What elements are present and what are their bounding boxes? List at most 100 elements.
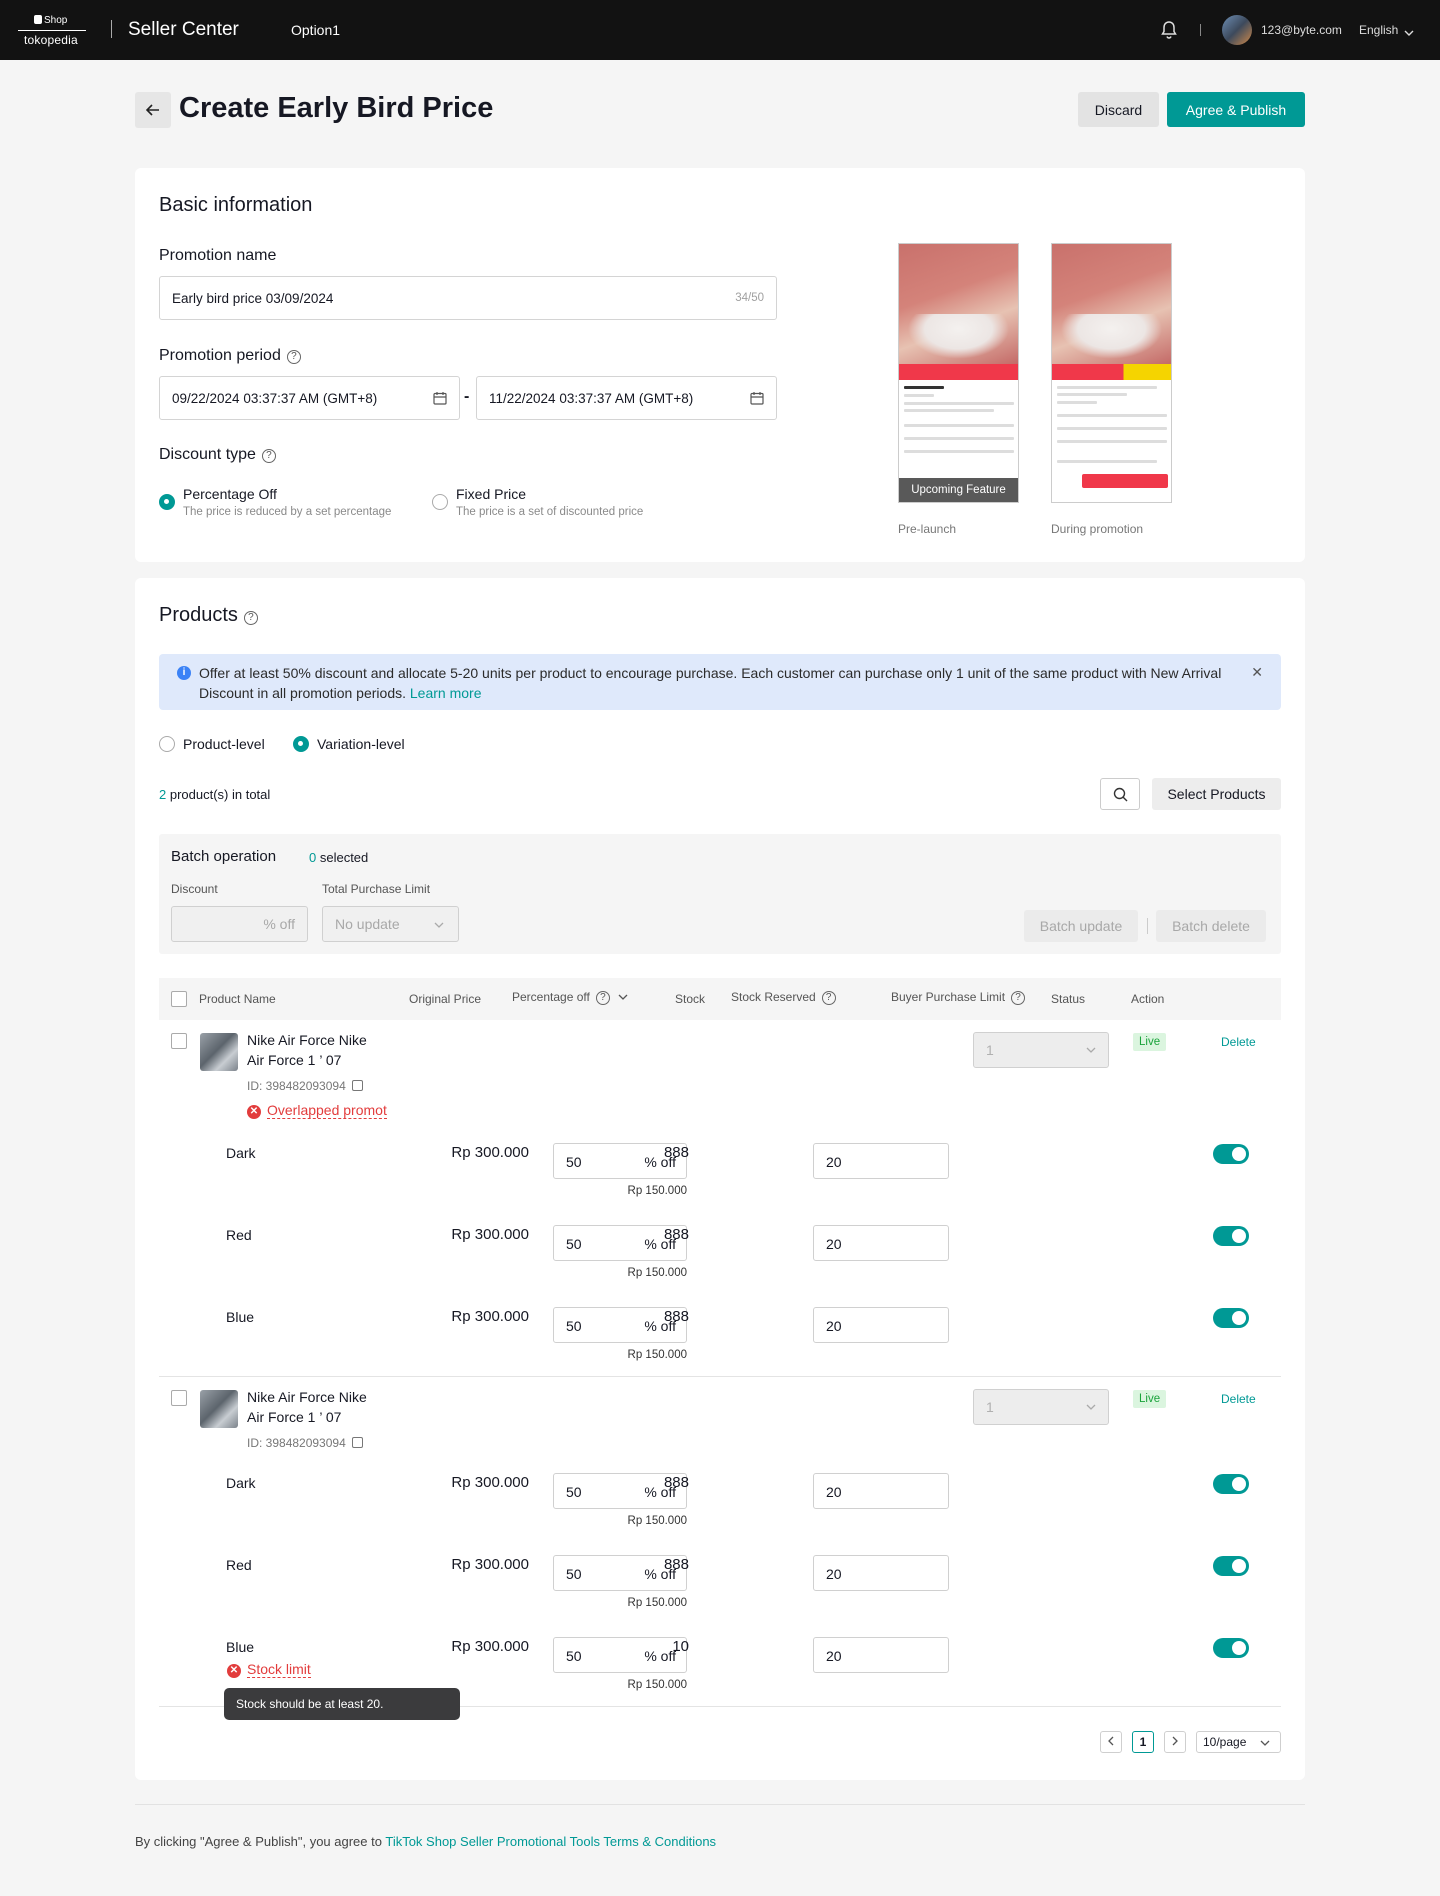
product-count: 2 product(s) in total [159,787,271,802]
start-date-picker[interactable]: 09/22/2024 03:37:37 AM (GMT+8) [159,376,460,420]
discounted-price: Rp 150.000 [627,1597,687,1609]
date-range-separator: - [464,388,470,405]
end-date-picker[interactable]: 11/22/2024 03:37:37 AM (GMT+8) [476,376,777,420]
stock-value: 888 [663,1144,689,1161]
page-size-select[interactable]: 10/page [1196,1731,1281,1753]
calendar-icon [750,392,764,405]
batch-discount-input[interactable]: % off [171,906,308,942]
products-card: Products? i Offer at least 50% discount … [135,578,1305,1780]
variation-toggle[interactable] [1213,1474,1249,1494]
radio-subtitle: The price is a set of discounted price [456,506,644,518]
row-checkbox[interactable] [171,1390,187,1406]
help-icon[interactable]: ? [821,991,836,1005]
variation-name: Blue [226,1309,255,1325]
prev-page-button[interactable] [1100,1731,1122,1753]
chevron-down-icon [434,922,444,928]
nav-option[interactable]: Option1 [291,22,340,38]
chevron-down-icon [1260,1740,1270,1746]
batch-delete-button[interactable]: Batch delete [1156,910,1266,942]
user-email[interactable]: 123@byte.com [1261,23,1342,37]
section-title: Products? [159,604,258,627]
learn-more-link[interactable]: Learn more [410,685,482,701]
radio-label: Variation-level [317,736,405,752]
select-all-checkbox[interactable] [171,991,187,1007]
tokopedia-logo[interactable]: Shop tokopedia [18,13,88,47]
chevron-down-icon [1086,1404,1096,1410]
batch-update-button[interactable]: Batch update [1024,910,1138,942]
language-selector[interactable]: English [1359,23,1414,37]
total-purchase-limit-label: Total Purchase Limit [322,882,431,896]
column-header: Original Price [409,992,482,1006]
product-level-radio[interactable] [159,736,175,752]
divider [111,20,112,38]
status-badge: Live [1133,1390,1167,1408]
terms-link[interactable]: TikTok Shop Seller Promotional Tools Ter… [385,1834,716,1849]
help-icon[interactable]: ? [243,611,258,625]
variation-level-radio[interactable] [293,736,309,752]
bell-icon[interactable] [1160,20,1178,40]
product-id: ID: 398482093094 [247,1079,363,1093]
original-price: Rp 300.000 [451,1638,529,1655]
chevron-down-icon [1086,1047,1096,1053]
search-button[interactable] [1100,778,1140,810]
row-checkbox[interactable] [171,1033,187,1049]
batch-limit-select[interactable]: No update [322,906,459,942]
info-icon: i [177,666,191,680]
chevron-left-icon [1108,1736,1114,1746]
stock-reserved-input[interactable]: 20 [813,1555,949,1591]
next-page-button[interactable] [1164,1731,1186,1753]
column-header: Stock [675,992,706,1006]
original-price: Rp 300.000 [451,1556,529,1573]
radio-title: Fixed Price [456,486,527,502]
back-button[interactable] [135,92,171,128]
variation-toggle[interactable] [1213,1308,1249,1328]
discard-button[interactable]: Discard [1078,92,1159,127]
stock-reserved-input[interactable]: 20 [813,1473,949,1509]
help-icon[interactable]: ? [595,991,610,1005]
delete-link[interactable]: Delete [1221,1035,1256,1049]
variation-toggle[interactable] [1213,1144,1249,1164]
agree-publish-button[interactable]: Agree & Publish [1167,92,1305,127]
copy-icon[interactable] [351,1080,363,1091]
column-header: Action [1131,992,1165,1006]
purchase-limit-select[interactable]: 1 [973,1389,1109,1425]
batch-title: Batch operation [171,848,277,865]
stock-reserved-input[interactable]: 20 [813,1307,949,1343]
help-icon[interactable]: ? [1011,991,1026,1005]
fixed-price-radio[interactable] [432,494,448,510]
error-icon: ✕ [247,1105,261,1119]
copy-icon[interactable] [351,1437,363,1448]
footer-divider [135,1804,1305,1805]
stock-reserved-input[interactable]: 20 [813,1637,949,1673]
stock-limit-error[interactable]: ✕ Stock limit [227,1661,311,1678]
search-icon [1113,787,1127,801]
variation-toggle[interactable] [1213,1638,1249,1658]
stock-error-tooltip: Stock should be at least 20. [224,1688,460,1720]
help-icon[interactable]: ? [261,449,276,463]
percentage-off-radio[interactable] [159,494,175,510]
select-products-button[interactable]: Select Products [1152,778,1281,810]
product-name: Nike Air Force Nike Air Force 1 ’ 07 [247,1032,367,1068]
overlapped-promotion-error[interactable]: ✕ Overlapped promot [247,1102,387,1119]
avatar[interactable] [1222,15,1252,45]
radio-subtitle: The price is reduced by a set percentage [183,506,392,518]
delete-link[interactable]: Delete [1221,1392,1256,1406]
column-header: Status [1051,992,1086,1006]
help-icon[interactable]: ? [286,350,301,364]
discounted-price: Rp 150.000 [627,1679,687,1691]
column-header[interactable]: Percentage off? [512,990,628,1005]
table-header: Product Name Original Price Percentage o… [159,978,1281,1020]
page-number[interactable]: 1 [1132,1731,1154,1753]
promotion-name-input[interactable]: Early bird price 03/09/2024 34/50 [159,276,777,320]
variation-name: Red [226,1227,252,1243]
stock-reserved-input[interactable]: 20 [813,1225,949,1261]
stock-reserved-input[interactable]: 20 [813,1143,949,1179]
stock-value: 888 [663,1226,689,1243]
variation-toggle[interactable] [1213,1556,1249,1576]
purchase-limit-select[interactable]: 1 [973,1032,1109,1068]
shop-bag-icon [34,15,42,24]
discounted-price: Rp 150.000 [627,1185,687,1197]
divider [1147,918,1148,934]
close-icon[interactable]: ✕ [1251,664,1263,681]
variation-toggle[interactable] [1213,1226,1249,1246]
